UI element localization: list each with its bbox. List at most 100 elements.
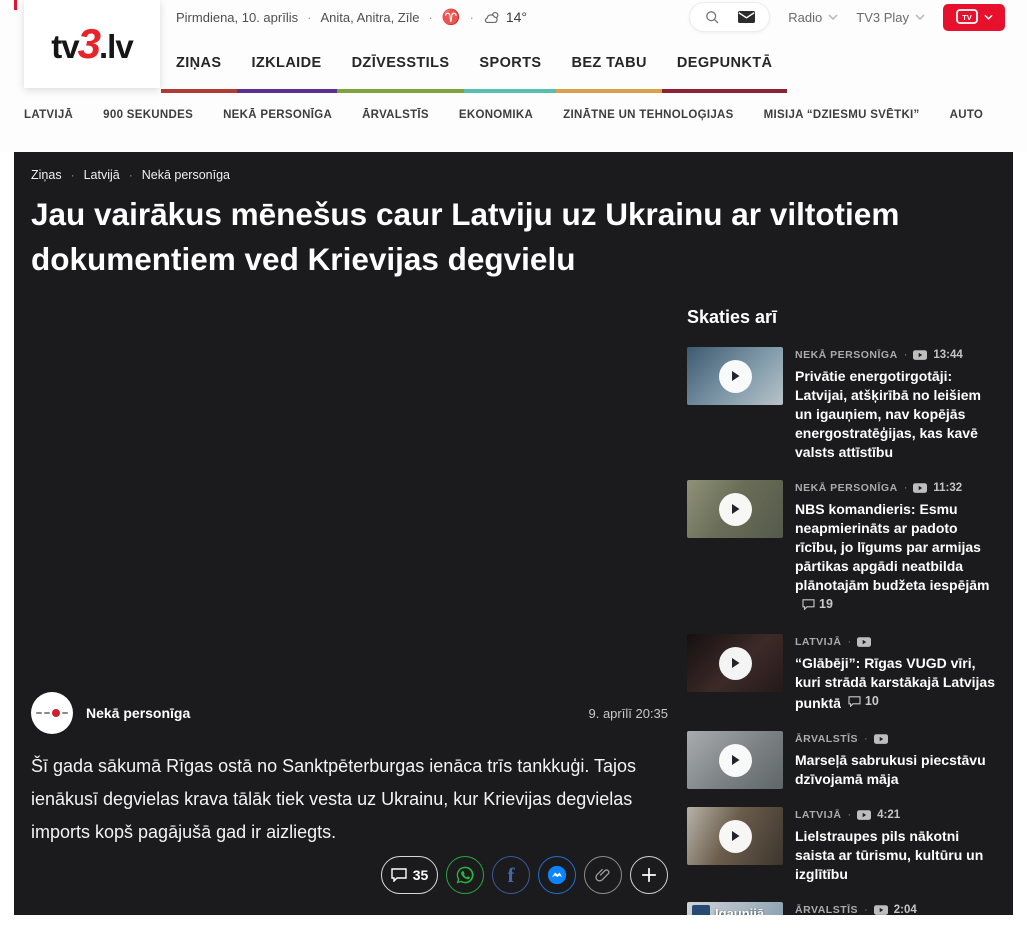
video-title[interactable]: “Glābēji”: Rīgas VUGD vīri, kuri strādā … [795, 654, 1001, 713]
video-icon [913, 350, 927, 360]
video-thumbnail[interactable] [687, 347, 783, 405]
list-item[interactable]: ĀRVALSTĪS · Marseļā sabrukusi piecstāvu … [687, 731, 1013, 789]
list-item[interactable]: NEKĀ PERSONĪGA · 13:44 Privātie energoti… [687, 347, 1013, 462]
weather-widget[interactable]: 14° [483, 9, 527, 25]
search-button[interactable] [704, 9, 720, 25]
envelope-icon [738, 11, 755, 23]
breadcrumb-latvija[interactable]: Latvijā [84, 168, 120, 182]
video-icon [874, 905, 888, 915]
share-whatsapp-button[interactable] [446, 856, 484, 894]
video-icon [913, 483, 927, 493]
facebook-icon: f [508, 863, 515, 888]
video-meta: LATVIJĀ · 4:21 [795, 807, 1001, 823]
play-icon [719, 744, 752, 777]
dot-separator: · [307, 10, 311, 25]
related-video-list: NEKĀ PERSONĪGA · 13:44 Privātie energoti… [687, 347, 1013, 915]
tab-dzivesstils[interactable]: DZĪVESSTILS [337, 36, 465, 93]
video-icon [857, 810, 871, 820]
category-label[interactable]: ĀRVALSTĪS [795, 733, 858, 745]
video-title[interactable]: Marseļā sabrukusi piecstāvu dzīvojamā mā… [795, 751, 1001, 789]
tv3play-dropdown[interactable]: TV3 Play [856, 10, 925, 25]
tab-zinas[interactable]: ZIŅAS [161, 36, 237, 93]
breadcrumb-zinas[interactable]: Ziņas [31, 168, 62, 182]
avatar[interactable] [31, 692, 73, 734]
dot-separator: · [904, 482, 908, 494]
subnav-arvalstis[interactable]: ĀRVALSTĪS [362, 109, 429, 121]
category-label[interactable]: LATVIJĀ [795, 809, 841, 821]
video-duration: 11:32 [933, 482, 962, 494]
share-messenger-button[interactable] [538, 856, 576, 894]
video-thumbnail[interactable] [687, 634, 783, 692]
category-label[interactable]: NEKĀ PERSONĪGA [795, 349, 898, 361]
share-row: 35 f [31, 856, 668, 894]
category-label[interactable]: ĀRVALSTĪS [795, 904, 858, 915]
video-thumbnail[interactable] [687, 480, 783, 538]
subnav-auto[interactable]: AUTO [950, 109, 984, 121]
comment-badge[interactable]: 19 [802, 595, 833, 614]
author-name[interactable]: Nekā personīga [86, 705, 190, 721]
zodiac-icon[interactable]: ♈ [442, 8, 461, 26]
search-icon [704, 9, 720, 25]
play-icon [719, 820, 752, 853]
video-text: ĀRVALSTĪS · Marseļā sabrukusi piecstāvu … [795, 731, 1001, 789]
thumbnail-graphic [692, 905, 710, 915]
video-meta: ĀRVALSTĪS · 2:04 [795, 902, 1001, 915]
avatar-logo-dash [62, 712, 68, 714]
list-item[interactable]: LATVIJĀ · “Glābēji”: Rīgas VUGD vīri, ku… [687, 634, 1013, 713]
dot-separator: · [428, 10, 432, 25]
video-title[interactable]: NBS komandieris: Esmu neapmierināts ar p… [795, 500, 1001, 616]
tab-sports[interactable]: SPORTS [464, 36, 556, 93]
breadcrumb-neka-personiga[interactable]: Nekā personīga [142, 168, 230, 182]
chevron-down-icon [915, 14, 925, 20]
tv-live-button[interactable]: TV [943, 4, 1005, 31]
cloud-sun-icon [483, 10, 501, 25]
list-item[interactable]: LATVIJĀ · 4:21 Lielstraupes pils nākotni… [687, 807, 1013, 884]
video-thumbnail[interactable] [687, 731, 783, 789]
radio-dropdown[interactable]: Radio [788, 10, 838, 25]
video-meta: LATVIJĀ · [795, 634, 1001, 650]
mail-button[interactable] [738, 11, 755, 23]
tab-degpunkta[interactable]: DEGPUNKTĀ [662, 36, 787, 93]
subnav-neka-personiga[interactable]: NEKĀ PERSONĪGA [223, 109, 332, 121]
paperclip-icon [595, 867, 611, 883]
video-title[interactable]: Lielstraupes pils nākotni saista ar tūri… [795, 827, 1001, 884]
video-thumbnail[interactable]: Igaunijā [687, 902, 783, 915]
subnav-900-sekundes[interactable]: 900 SEKUNDES [103, 109, 193, 121]
subnav-latvija[interactable]: LATVIJĀ [24, 109, 73, 121]
chevron-down-icon [984, 14, 993, 20]
video-meta: NEKĀ PERSONĪGA · 11:32 [795, 480, 1001, 496]
main-navigation: ZIŅAS IZKLAIDE DZĪVESSTILS SPORTS BEZ TA… [161, 36, 787, 93]
site-header: tv3.lv Pirmdiena, 10. aprīlis · Anita, A… [0, 0, 1027, 152]
tab-bez-tabu[interactable]: BEZ TABU [556, 36, 661, 93]
video-thumbnail[interactable] [687, 807, 783, 865]
tv3-logo[interactable]: tv3.lv [24, 0, 160, 88]
list-item[interactable]: Igaunijā ĀRVALSTĪS · 2:04 [687, 902, 1013, 915]
video-title[interactable]: Privātie energotirgotāji: Latvijai, atšķ… [795, 367, 1001, 462]
copy-link-button[interactable] [584, 856, 622, 894]
dot-separator: · [71, 168, 75, 182]
category-label[interactable]: NEKĀ PERSONĪGA [795, 482, 898, 494]
more-share-button[interactable] [630, 856, 668, 894]
tv3play-label: TV3 Play [856, 10, 909, 25]
author-row: Nekā personīga 9. aprīlī 20:35 [31, 692, 668, 734]
subnav-ekonomika[interactable]: EKONOMIKA [459, 109, 533, 121]
share-facebook-button[interactable]: f [492, 856, 530, 894]
comment-badge[interactable]: 10 [848, 692, 879, 711]
top-info-row: Pirmdiena, 10. aprīlis · Anita, Anitra, … [176, 7, 527, 27]
plus-icon [641, 867, 657, 883]
subnav-misija-dziesmu-svetki[interactable]: MISIJA “DZIESMU SVĒTKI” [764, 109, 920, 121]
list-item[interactable]: NEKĀ PERSONĪGA · 11:32 NBS komandieris: … [687, 480, 1013, 616]
search-mail-pill [689, 2, 770, 32]
avatar-logo-dash [44, 712, 50, 714]
dot-separator: · [847, 636, 851, 648]
tab-izklaide[interactable]: IZKLAIDE [237, 36, 337, 93]
subnav-zinatne[interactable]: ZINĀTNE UN TEHNOLOĢIJAS [563, 109, 733, 121]
whatsapp-icon [455, 865, 475, 885]
video-meta: ĀRVALSTĪS · [795, 731, 1001, 747]
current-date: Pirmdiena, 10. aprīlis [176, 10, 298, 25]
category-label[interactable]: LATVIJĀ [795, 636, 841, 648]
comments-button[interactable]: 35 [381, 856, 438, 894]
video-duration: 4:21 [877, 809, 900, 821]
dot-separator: · [129, 168, 133, 182]
temperature: 14° [506, 9, 527, 25]
